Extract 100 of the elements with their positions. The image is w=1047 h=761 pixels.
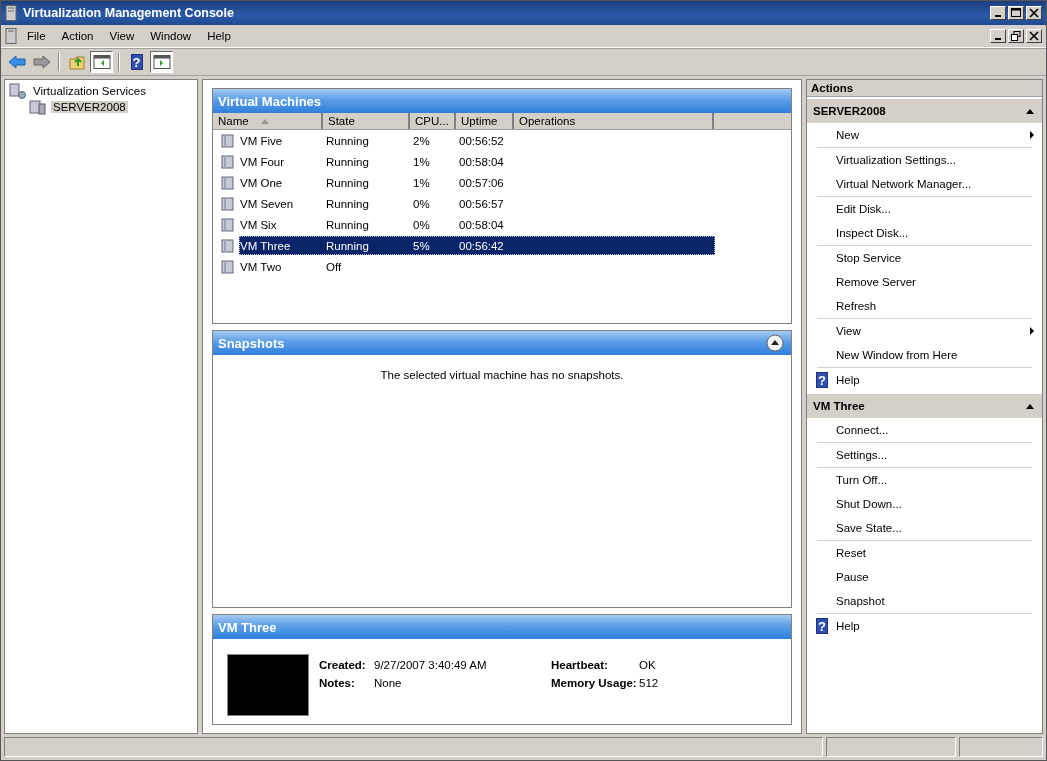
table-cell-text: Off <box>325 260 343 273</box>
table-cell-text: Running <box>325 134 370 147</box>
table-cell-text: 00:58:04 <box>458 155 505 168</box>
section-header[interactable]: SERVER2008 <box>807 99 1042 123</box>
field-label: Notes: <box>319 677 356 689</box>
table-cell-text: 0% <box>412 218 431 231</box>
table-cell-text: VM Four <box>240 155 286 168</box>
sort-arrow-icon <box>260 118 269 124</box>
field-value: 9/27/2007 3:40:49 AM <box>374 659 487 671</box>
field-value: OK <box>639 659 656 671</box>
column-header[interactable]: CPU... <box>410 113 456 129</box>
table-row[interactable]: VM Three Running 5% 00:56:42 <box>239 236 715 255</box>
table-cell-text: 2% <box>412 134 431 147</box>
table-cell-text: Running <box>325 176 370 189</box>
minimize-icon <box>995 38 1001 40</box>
submenu-arrow-icon <box>1030 327 1034 335</box>
close-button[interactable] <box>1026 29 1042 43</box>
submenu-arrow-icon <box>1030 131 1034 139</box>
table-row[interactable]: VM Seven Running 0% 00:56:57 <box>239 194 715 213</box>
vm-icon <box>221 259 235 274</box>
pane-command[interactable]: New <box>836 129 859 141</box>
pane-command[interactable]: Virtual Network Manager... <box>836 178 972 190</box>
pane-command[interactable]: Help <box>836 620 860 632</box>
table-cell-text: 1% <box>412 176 431 189</box>
table-cell-text: Running <box>325 239 370 252</box>
minimize-button[interactable] <box>990 29 1006 43</box>
table-row[interactable]: VM Six Running 0% 00:58:04 <box>239 215 715 234</box>
section-title: VM Three <box>813 400 865 412</box>
table-cell-text: 1% <box>412 155 431 168</box>
pane-command[interactable]: Turn Off... <box>836 474 888 486</box>
column-header[interactable]: State <box>323 113 410 129</box>
column-header[interactable]: Operations <box>514 113 714 129</box>
field-value: 512 <box>639 677 659 689</box>
minimize-icon <box>995 15 1001 17</box>
menu-item[interactable]: File <box>27 30 46 42</box>
pane-command[interactable]: View <box>836 325 861 337</box>
pane-command[interactable]: Save State... <box>836 522 902 534</box>
section-header[interactable]: VM Three <box>807 394 1042 418</box>
table-cell-text: 00:57:06 <box>458 176 505 189</box>
tree-item[interactable]: SERVER2008 <box>51 101 128 113</box>
close-button[interactable] <box>1026 6 1042 20</box>
table-row[interactable]: VM One Running 1% 00:57:06 <box>239 173 715 192</box>
pane-command[interactable]: Settings... <box>836 449 888 461</box>
vm-icon <box>221 175 235 190</box>
minimize-button[interactable] <box>990 6 1006 20</box>
tree-item[interactable]: Virtualization Services <box>31 85 148 97</box>
table-cell-text: VM Three <box>240 239 292 252</box>
table-cell-text: 0% <box>412 197 431 210</box>
table-cell-text: VM Five <box>240 134 284 147</box>
table-cell-text: Running <box>325 218 370 231</box>
table-cell-text: 5% <box>412 239 431 252</box>
show-tree-button[interactable] <box>90 51 113 73</box>
table-cell-text: 00:58:04 <box>458 218 505 231</box>
pane-command[interactable]: Snapshot <box>836 595 885 607</box>
table-cell-text: VM Six <box>240 218 278 231</box>
pane-command[interactable]: Edit Disk... <box>836 203 891 215</box>
panel-title: VM Three <box>218 619 277 635</box>
table-cell-text: VM Two <box>240 260 283 273</box>
table-row[interactable]: VM Four Running 1% 00:58:04 <box>239 152 715 171</box>
server-icon <box>29 99 47 115</box>
table-cell-text: 00:56:42 <box>458 239 505 252</box>
table-row[interactable]: VM Five Running 2% 00:56:52 <box>239 131 715 150</box>
pane-command[interactable]: Inspect Disk... <box>836 227 909 239</box>
field-label: Created: <box>319 659 367 671</box>
table-row[interactable]: VM Two Off <box>239 257 715 276</box>
server-icon <box>5 28 17 44</box>
pane-command[interactable]: Remove Server <box>836 276 916 288</box>
pane-command[interactable]: Shut Down... <box>836 498 902 510</box>
pane-command[interactable]: Help <box>836 374 860 386</box>
pane-command[interactable]: New Window from Here <box>836 349 958 361</box>
menu-item[interactable]: Action <box>61 30 94 42</box>
pane-command[interactable]: Connect... <box>836 424 889 436</box>
table-cell-text: Running <box>325 155 370 168</box>
help-icon: ? <box>816 372 828 388</box>
restore-button[interactable] <box>1008 29 1024 43</box>
table-cell-text: VM One <box>240 176 284 189</box>
pane-command[interactable]: Reset <box>836 547 867 559</box>
table-cell-text: 00:56:52 <box>458 134 505 147</box>
window-title: Virtualization Management Console <box>23 6 235 20</box>
menu-item[interactable]: Window <box>150 30 192 42</box>
collapse-icon[interactable] <box>766 334 784 352</box>
table-cell-text: Running <box>325 197 370 210</box>
vm-icon <box>221 154 235 169</box>
pane-command[interactable]: Refresh <box>836 300 877 312</box>
section-title: SERVER2008 <box>813 105 886 117</box>
field-value: None <box>374 677 402 689</box>
show-action-pane-button[interactable] <box>150 51 173 73</box>
menu-item[interactable]: View <box>109 30 135 42</box>
panel-title: Virtual Machines <box>218 93 322 109</box>
pane-command[interactable]: Virtualization Settings... <box>836 154 956 166</box>
empty-message: The selected virtual machine has no snapshots. <box>379 369 625 381</box>
pane-command[interactable]: Stop Service <box>836 252 902 264</box>
column-header[interactable]: Uptime <box>456 113 514 129</box>
column-header[interactable]: Name <box>213 113 323 129</box>
pane-command[interactable]: Pause <box>836 571 869 583</box>
help-icon: ? <box>816 618 828 634</box>
help-button[interactable]: ? <box>125 51 148 73</box>
menu-item[interactable]: Help <box>207 30 231 42</box>
actions-header: Actions <box>807 80 1042 97</box>
maximize-button[interactable] <box>1008 6 1024 20</box>
